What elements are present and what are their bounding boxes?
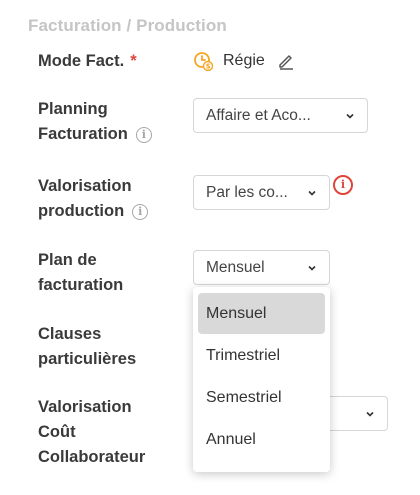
planning-facturation-label-line1: Planning bbox=[38, 100, 108, 118]
dropdown-option-mensuel[interactable]: Mensuel bbox=[198, 293, 325, 334]
valorisation-production-label-line2: production bbox=[38, 202, 125, 220]
plan-facturation-label-line1: Plan de bbox=[38, 251, 97, 269]
clauses-label-line1: Clauses bbox=[38, 325, 102, 343]
required-marker: * bbox=[130, 52, 137, 70]
valorisation-cout-label: Valorisation Coût Collaborateur bbox=[38, 395, 145, 470]
plan-facturation-dropdown: Mensuel Trimestriel Semestriel Annuel bbox=[193, 287, 330, 472]
plan-facturation-select-value: Mensuel bbox=[206, 258, 265, 276]
valorisation-production-label: Valorisation production i bbox=[38, 174, 149, 224]
valorisation-cout-label-line2: Coût bbox=[38, 423, 76, 441]
valorisation-production-select-value: Par les co... bbox=[206, 183, 288, 201]
info-icon[interactable]: i bbox=[135, 126, 152, 143]
dropdown-option-annuel[interactable]: Annuel bbox=[198, 419, 325, 460]
plan-facturation-select[interactable]: Mensuel bbox=[193, 250, 330, 285]
clauses-label-line2: particulières bbox=[38, 350, 137, 368]
svg-text:$: $ bbox=[206, 63, 211, 71]
chevron-down-icon bbox=[308, 190, 316, 196]
edit-icon[interactable] bbox=[277, 52, 295, 70]
planning-facturation-label-line2: Facturation bbox=[38, 125, 128, 143]
mode-fact-value: $ Régie bbox=[193, 48, 295, 74]
valorisation-cout-label-line1: Valorisation bbox=[38, 398, 132, 416]
info-icon[interactable]: i bbox=[132, 203, 149, 220]
section-title: Facturation / Production bbox=[28, 16, 227, 35]
valorisation-production-select[interactable]: Par les co... bbox=[193, 175, 330, 210]
mode-fact-label-text: Mode Fact. bbox=[38, 52, 125, 70]
clauses-label: Clauses particulières bbox=[38, 322, 136, 372]
dropdown-option-trimestriel[interactable]: Trimestriel bbox=[198, 335, 325, 376]
valorisation-production-label-line1: Valorisation bbox=[38, 177, 132, 195]
planning-facturation-label: Planning Facturation i bbox=[38, 97, 152, 147]
chevron-down-icon bbox=[366, 411, 374, 417]
planning-facturation-select[interactable]: Affaire et Aco... bbox=[193, 98, 368, 133]
planning-facturation-select-value: Affaire et Aco... bbox=[206, 106, 311, 124]
clock-dollar-icon: $ bbox=[194, 52, 213, 71]
mode-fact-label: Mode Fact. * bbox=[38, 49, 137, 74]
dropdown-option-semestriel[interactable]: Semestriel bbox=[198, 377, 325, 418]
chevron-down-icon bbox=[308, 265, 316, 271]
valorisation-cout-label-line3: Collaborateur bbox=[38, 448, 146, 466]
plan-facturation-label-line2: facturation bbox=[38, 276, 124, 294]
chevron-down-icon bbox=[346, 113, 354, 119]
plan-facturation-label: Plan de facturation bbox=[38, 248, 123, 298]
mode-fact-value-text: Régie bbox=[223, 52, 265, 69]
alert-icon[interactable]: i bbox=[333, 175, 353, 195]
